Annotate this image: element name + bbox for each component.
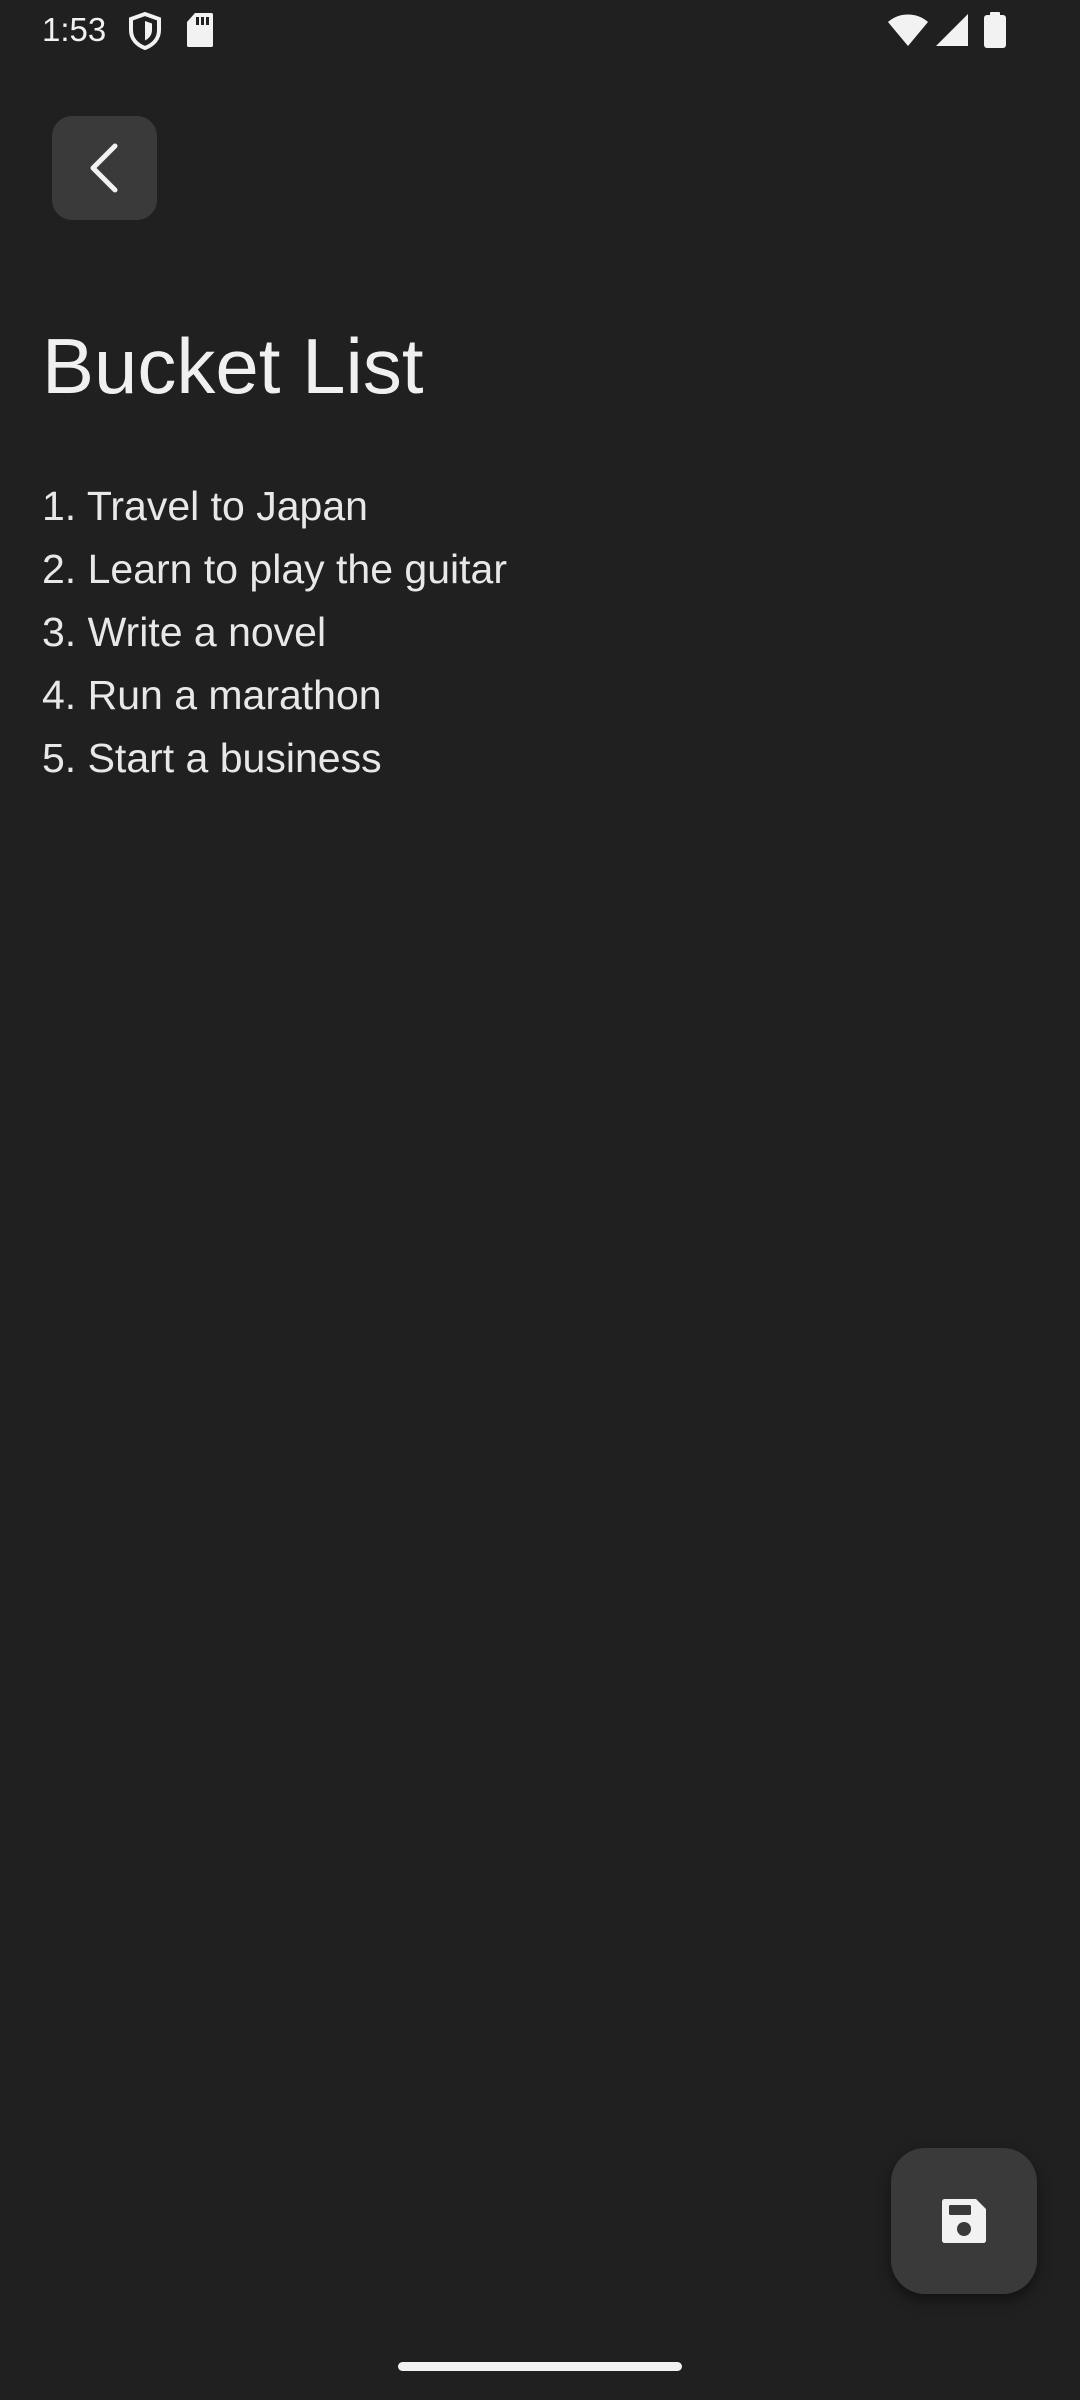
list-item: 1. Travel to Japan: [42, 483, 368, 529]
back-button[interactable]: [52, 116, 157, 220]
list-item: 5. Start a business: [42, 735, 382, 781]
note-body[interactable]: 1. Travel to Japan 2. Learn to play the …: [42, 475, 1022, 790]
shield-icon: [129, 12, 161, 50]
chevron-left-icon: [90, 143, 117, 193]
list-item: 4. Run a marathon: [42, 672, 382, 718]
battery-icon: [984, 12, 1006, 48]
list-item: 3. Write a novel: [42, 609, 327, 655]
note-title[interactable]: Bucket List: [42, 320, 424, 412]
wifi-icon: [888, 14, 928, 46]
save-icon: [942, 2199, 986, 2243]
list-item: 2. Learn to play the guitar: [42, 546, 507, 592]
save-button[interactable]: [891, 2148, 1037, 2294]
status-bar: 1:53: [0, 0, 1080, 62]
gesture-nav-handle[interactable]: [398, 2362, 682, 2371]
status-time: 1:53: [42, 11, 107, 48]
signal-icon: [936, 14, 968, 46]
sdcard-icon: [187, 13, 213, 47]
